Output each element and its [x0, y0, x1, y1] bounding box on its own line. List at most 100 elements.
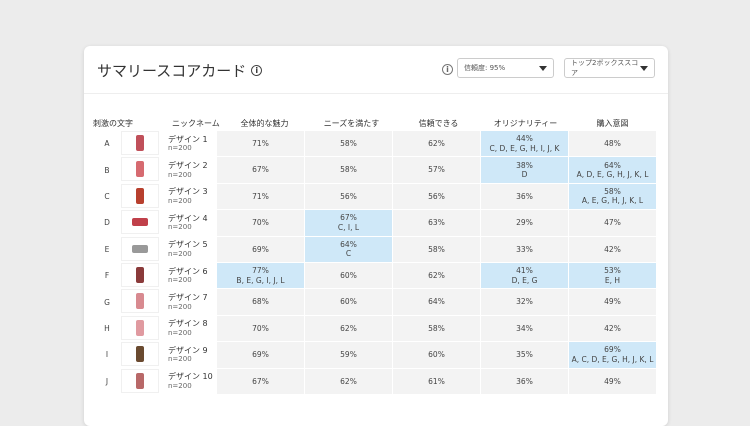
score-value: 58%	[340, 139, 357, 148]
score-cell: 68%	[217, 289, 304, 315]
confidence-dropdown[interactable]: 信頼度: 95%	[457, 58, 554, 78]
page-title: サマリースコアカード i	[97, 60, 263, 81]
significance-letters: B, E, G, I, J, L	[236, 275, 285, 285]
title-text: サマリースコアカード	[97, 62, 247, 80]
score-cell: 29%	[481, 210, 568, 236]
design-name: デザイン 9	[168, 345, 208, 355]
product-thumbnail	[121, 157, 159, 182]
stimulus-letter: B	[104, 165, 110, 175]
sample-size: n=200	[168, 355, 192, 364]
score-cell: 67%	[217, 157, 304, 183]
product-thumbnail	[121, 368, 159, 393]
score-cell: 42%	[569, 236, 656, 262]
sample-size: n=200	[168, 144, 192, 153]
design-name: デザイン 3	[168, 187, 208, 197]
col-header-trust: 信頼できる	[418, 119, 459, 128]
sample-size: n=200	[168, 197, 192, 206]
score-cell: 62%	[393, 262, 480, 289]
score-cell: 71%	[217, 183, 304, 210]
col-header-nickname: ニックネーム	[172, 119, 220, 128]
stimulus-letter: J	[105, 376, 109, 386]
sample-size: n=200	[168, 223, 192, 232]
significance-letters: C, D, E, G, H, I, J, K	[489, 143, 560, 153]
score-value: 42%	[604, 244, 621, 254]
score-cell: 36%	[481, 183, 568, 210]
score-value: 71%	[252, 191, 269, 201]
confidence-info-icon[interactable]: i	[442, 64, 453, 75]
table-row[interactable]: H デザイン 8 n=200 70% 62% 58% 34% 42%	[93, 315, 657, 342]
product-thumbnail	[121, 131, 159, 155]
design-name: デザイン 7	[168, 293, 208, 303]
score-cell: 67% C, I, L	[305, 210, 392, 236]
sample-size: n=200	[168, 381, 192, 390]
score-cell: 58%	[393, 236, 480, 262]
score-value: 36%	[516, 191, 533, 201]
score-value: 49%	[604, 297, 621, 307]
confidence-value: 信頼度: 95%	[464, 64, 506, 72]
score-cell: 63%	[393, 210, 480, 236]
score-cell: 70%	[217, 315, 304, 342]
score-cell: 60%	[393, 342, 480, 368]
score-value: 49%	[604, 376, 621, 386]
stimulus-letter: D	[104, 218, 110, 228]
table-row[interactable]: A デザイン 1 n=200 71% 58% 62% 44% C, D, E, G, H, …	[93, 131, 657, 157]
score-value: 34%	[516, 323, 533, 333]
score-value: 58%	[428, 323, 445, 333]
score-cell: 60%	[305, 289, 392, 315]
col-header-stimulus: 刺激の文字	[93, 119, 133, 128]
table-row[interactable]: E デザイン 5 n=200 69% 64% C 58% 33% 42%	[93, 236, 657, 263]
chevron-down-icon	[640, 65, 648, 71]
score-cell: 42%	[569, 315, 656, 342]
table-row[interactable]: D デザイン 4 n=200 70% 67% C, I, L 63% 29% 47%	[93, 210, 657, 236]
score-value: 57%	[428, 165, 445, 175]
score-cell: 58%	[305, 131, 392, 157]
nickname: デザイン 5 n=200	[159, 237, 217, 262]
score-value: 60%	[428, 350, 445, 360]
stimulus-letter: C	[104, 191, 110, 201]
metric-dropdown[interactable]: トップ2ボックススコア	[564, 58, 655, 78]
score-value: 36%	[516, 376, 533, 386]
score-value: 69%	[252, 350, 269, 360]
score-cell: 44% C, D, E, G, H, I, J, K	[481, 131, 568, 157]
score-value: 56%	[340, 191, 357, 201]
significance-letters: A, E, G, H, J, K, L	[581, 196, 644, 206]
stimulus-letter: E	[104, 244, 110, 254]
score-value: 56%	[428, 191, 445, 201]
col-header-needs: ニーズを満たす	[323, 119, 380, 128]
table-row[interactable]: I デザイン 9 n=200 69% 59% 60% 35% 69% A, C, D, E, …	[93, 342, 657, 368]
score-cell: 62%	[393, 131, 480, 157]
nickname: デザイン 4 n=200	[159, 210, 217, 235]
score-value: 58%	[604, 187, 621, 197]
sample-size: n=200	[168, 249, 192, 258]
table-row[interactable]: B デザイン 2 n=200 67% 58% 57% 38% D 64% A, D, E, G,…	[93, 157, 657, 183]
score-value: 58%	[340, 165, 357, 175]
score-value: 62%	[340, 376, 357, 386]
table-row[interactable]: C デザイン 3 n=200 71% 56% 56% 36% 58% A, E, G, H, …	[93, 183, 657, 210]
score-cell: 49%	[569, 368, 656, 394]
metric-value: トップ2ボックススコア	[571, 59, 639, 77]
score-cell: 64% A, D, E, G, H, J, K, L	[569, 157, 656, 183]
score-cell: 57%	[393, 157, 480, 183]
stimulus-letter: F	[104, 271, 110, 281]
divider	[84, 93, 668, 94]
table-row[interactable]: G デザイン 7 n=200 68% 60% 64% 32% 49%	[93, 289, 657, 315]
score-cell: 41% D, E, G	[481, 262, 568, 289]
score-cell: 48%	[569, 131, 656, 157]
info-icon[interactable]: i	[251, 65, 263, 76]
table-header: 刺激の文字 ニックネーム 全体的な魅力 ニーズを満たす 信頼できる オリジナリテ…	[93, 118, 657, 131]
score-value: 48%	[604, 139, 621, 148]
score-cell: 67%	[217, 368, 304, 394]
score-cell: 70%	[217, 210, 304, 236]
score-cell: 56%	[393, 183, 480, 210]
product-image	[136, 372, 144, 389]
table-row[interactable]: F デザイン 6 n=200 77% B, E, G, I, J, L 60% 62% 41…	[93, 262, 657, 289]
score-cell: 58% A, E, G, H, J, K, L	[569, 183, 656, 210]
score-value: 67%	[252, 165, 269, 175]
score-value: 69%	[252, 244, 269, 254]
table-row[interactable]: J デザイン 10 n=200 67% 62% 61% 36% 49%	[93, 368, 657, 395]
score-cell: 59%	[305, 342, 392, 368]
nickname: デザイン 8 n=200	[159, 316, 217, 341]
score-cell: 69%	[217, 236, 304, 262]
score-cell: 64%	[393, 289, 480, 315]
score-cell: 56%	[305, 183, 392, 210]
